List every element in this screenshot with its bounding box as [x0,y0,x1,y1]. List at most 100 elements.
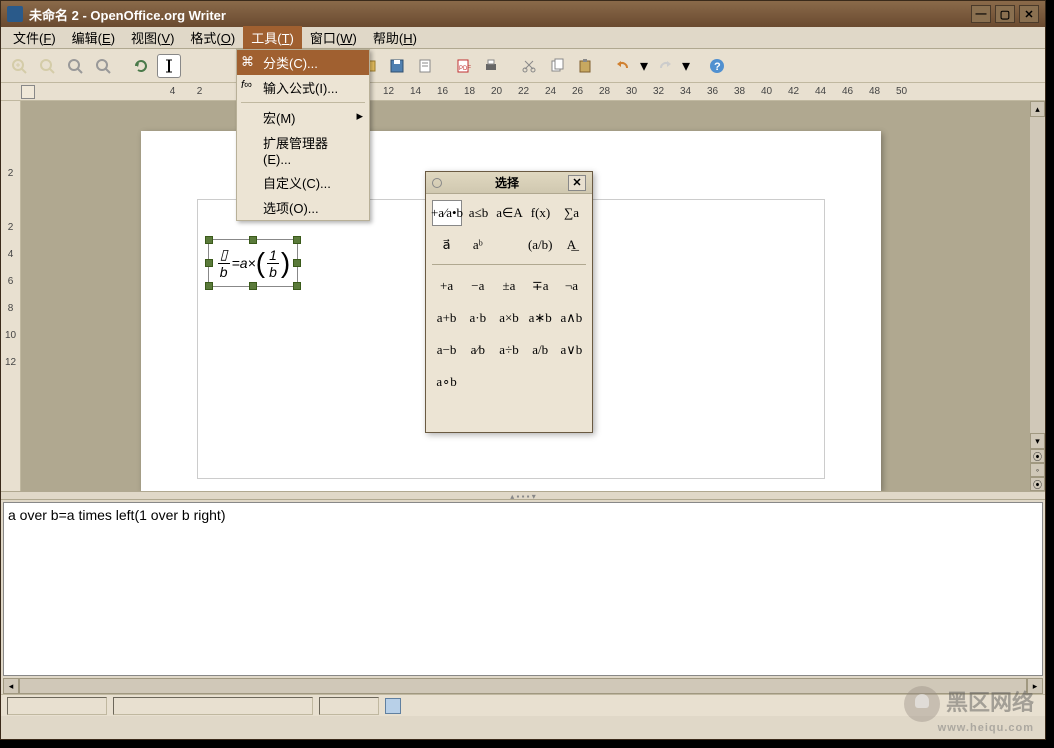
operator-cell [463,369,492,395]
menu-tools[interactable]: 工具(T) [243,26,302,49]
cut-button[interactable] [517,54,541,78]
operator-cell[interactable]: a⁄b [463,337,492,363]
category-cell[interactable]: a≤b [464,200,493,226]
titlebar: 未命名 2 - OpenOffice.org Writer — ▢ ✕ [1,1,1045,27]
scroll-page-down-button[interactable]: ⦿ [1030,477,1045,491]
app-window: 未命名 2 - OpenOffice.org Writer — ▢ ✕ 文件(F… [0,0,1046,740]
category-cell[interactable]: f(x) [526,200,555,226]
resize-handle-mr[interactable] [293,259,301,267]
resize-handle-bc[interactable] [249,282,257,290]
watermark-icon [904,686,940,722]
resize-handle-tc[interactable] [249,236,257,244]
operator-cell[interactable]: a/b [526,337,555,363]
category-cell[interactable]: aᵇ [463,232,492,258]
menu-edit[interactable]: 编辑(E) [64,26,123,49]
selection-panel-titlebar[interactable]: 选择 ✕ [426,172,592,194]
operator-cell[interactable]: ∓a [526,273,555,299]
menu-item-customize[interactable]: 自定义(C)... [237,170,369,195]
category-cell[interactable]: +a⁄a•b [432,200,462,226]
save-button[interactable] [385,54,409,78]
resize-handle-tl[interactable] [205,236,213,244]
refresh-button[interactable] [129,54,153,78]
zoom-in-button[interactable] [7,54,31,78]
close-button[interactable]: ✕ [1019,5,1039,23]
menu-item-options[interactable]: 选项(O)... [237,195,369,220]
selection-panel: 选择 ✕ +a⁄a•ba≤ba∈Af(x)∑a a⃗aᵇ (a/b)A͟ +a−a… [425,171,593,433]
menu-separator [241,102,365,103]
operator-cell[interactable]: a×b [494,305,523,331]
minimize-button[interactable]: — [971,5,991,23]
scroll-down-button[interactable]: ▾ [1030,433,1045,449]
status-cell-1 [7,697,107,715]
undo-button[interactable] [611,54,635,78]
operator-cell[interactable]: a∧b [557,305,586,331]
menu-window[interactable]: 窗口(W) [302,26,365,49]
redo-dropdown[interactable]: ▾ [681,54,691,78]
resize-handle-tr[interactable] [293,236,301,244]
hscroll-thumb[interactable] [19,678,1027,694]
selection-panel-title: 选择 [446,174,568,191]
menu-item-catalog[interactable]: ⌘ 分类(C)... [237,50,369,75]
copy-button[interactable] [545,54,569,78]
operator-cell[interactable]: a−b [432,337,461,363]
catalog-icon: ⌘ [241,54,257,70]
zoom-page-button[interactable] [91,54,115,78]
undo-dropdown[interactable]: ▾ [639,54,649,78]
operator-cell[interactable]: ±a [494,273,523,299]
vertical-scrollbar[interactable]: ▴ ▾ ⦿ ◦ ⦿ [1029,101,1045,491]
formula-cursor-button[interactable] [157,54,181,78]
operator-cell [526,369,555,395]
svg-text:PDF: PDF [459,66,471,72]
category-cell[interactable]: ∑a [557,200,586,226]
fx-icon: f∞ [241,79,257,95]
zoom-out-button[interactable] [35,54,59,78]
status-cell-3 [319,697,379,715]
operator-cell[interactable]: a·b [463,305,492,331]
print-button[interactable] [479,54,503,78]
category-cell[interactable]: a⃗ [432,232,461,258]
help-button[interactable]: ? [705,54,729,78]
formula-code-editor[interactable]: a over b=a times left(1 over b right) [3,502,1043,676]
menu-item-extension-manager[interactable]: 扩展管理器(E)... [237,130,369,170]
document-button[interactable] [413,54,437,78]
menu-view[interactable]: 视图(V) [123,26,182,49]
resize-handle-ml[interactable] [205,259,213,267]
watermark: 黑区网络 www.heiqu.com [904,685,1034,734]
scroll-nav-button[interactable]: ◦ [1030,463,1045,477]
hscroll-left-button[interactable]: ◂ [3,678,19,694]
scroll-up-button[interactable]: ▴ [1030,101,1045,117]
operator-cell[interactable]: +a [432,273,461,299]
operator-cell[interactable]: −a [463,273,492,299]
selection-panel-close-button[interactable]: ✕ [568,175,586,191]
category-cell[interactable]: a∈A [495,200,524,226]
menu-file[interactable]: 文件(F) [5,26,64,49]
menu-format[interactable]: 格式(O) [182,26,243,49]
resize-handle-bl[interactable] [205,282,213,290]
category-cell[interactable]: A͟ [557,232,586,258]
operator-cell[interactable]: a∨b [557,337,586,363]
category-cell[interactable] [494,232,523,258]
menu-item-macros[interactable]: 宏(M)▸ [237,105,369,130]
horizontal-scrollbar[interactable]: ◂ ▸ [3,678,1043,694]
redo-button[interactable] [653,54,677,78]
operator-cell[interactable]: a+b [432,305,461,331]
maximize-button[interactable]: ▢ [995,5,1015,23]
menu-item-import-formula[interactable]: f∞ 输入公式(I)... [237,75,369,100]
operator-cell[interactable]: a∗b [526,305,555,331]
operator-cell[interactable]: a∘b [432,369,461,395]
scroll-thumb[interactable] [1030,117,1045,433]
menu-help[interactable]: 帮助(H) [365,26,425,49]
export-pdf-button[interactable]: PDF [451,54,475,78]
paste-button[interactable] [573,54,597,78]
operator-cell[interactable]: ¬a [557,273,586,299]
formula-object[interactable]: ▯b = a × ( 1b ) [208,239,298,287]
zoom-100-button[interactable] [63,54,87,78]
category-cell[interactable]: (a/b) [526,232,555,258]
pane-splitter[interactable]: ▴ ▪ ▪ ▪ ▾ [1,491,1045,500]
panel-separator [432,264,586,265]
resize-handle-br[interactable] [293,282,301,290]
toolbar: PDF ▾ ▾ ? [1,49,1045,83]
scroll-page-up-button[interactable]: ⦿ [1030,449,1045,463]
menubar: 文件(F) 编辑(E) 视图(V) 格式(O) 工具(T) 窗口(W) 帮助(H… [1,27,1045,49]
operator-cell[interactable]: a÷b [494,337,523,363]
